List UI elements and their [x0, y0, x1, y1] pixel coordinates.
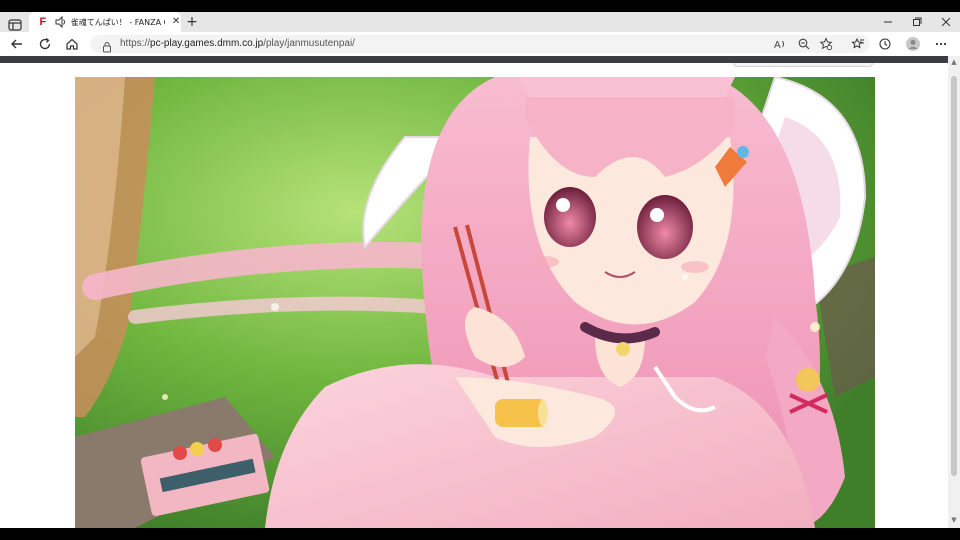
favorite-add-icon[interactable] — [819, 37, 833, 51]
game-artwork — [75, 77, 875, 528]
scroll-up-icon[interactable]: ▲ — [950, 58, 958, 66]
speaker-icon[interactable] — [55, 16, 67, 28]
address-bar[interactable]: https://pc-play.games.dmm.co.jp/play/jan… — [90, 35, 870, 53]
url-text[interactable]: https://pc-play.games.dmm.co.jp/play/jan… — [120, 37, 355, 51]
screen-top-border — [0, 0, 960, 12]
url-prefix: https:// — [120, 38, 151, 49]
lock-icon[interactable] — [101, 38, 113, 53]
game-canvas[interactable] — [75, 77, 875, 528]
refresh-icon[interactable] — [37, 36, 53, 52]
header-popup-edge — [733, 63, 873, 67]
page-content — [0, 63, 948, 528]
screen-bottom-border — [0, 528, 960, 540]
home-icon[interactable] — [64, 36, 80, 52]
navigation-bar: https://pc-play.games.dmm.co.jp/play/jan… — [0, 32, 960, 56]
close-icon[interactable]: ✕ — [171, 17, 181, 27]
url-path: /play/janmusutenpai/ — [263, 38, 355, 49]
page-scrollbar[interactable]: ▲ ▼ — [948, 56, 960, 528]
back-icon[interactable] — [9, 36, 25, 52]
site-header-bar — [0, 56, 948, 63]
history-icon[interactable] — [877, 36, 893, 52]
browser-tab[interactable]: F 雀魂てんぱい！ - FANZA GAMES ✕ — [29, 12, 181, 32]
svg-text:A: A — [774, 40, 781, 51]
zoom-icon[interactable] — [797, 37, 811, 51]
read-aloud-icon[interactable]: A — [773, 37, 787, 51]
scroll-down-icon[interactable]: ▼ — [950, 516, 958, 524]
tab-strip: F 雀魂てんぱい！ - FANZA GAMES ✕ + — [0, 12, 960, 32]
more-icon[interactable] — [933, 36, 949, 52]
tab-actions-icon[interactable] — [8, 16, 22, 31]
tab-title: 雀魂てんぱい！ - FANZA GAMES — [70, 17, 165, 27]
url-host: pc-play.games.dmm.co.jp — [150, 38, 264, 49]
new-tab-icon[interactable]: + — [184, 14, 200, 30]
profile-icon[interactable] — [905, 36, 921, 52]
minimize-icon[interactable] — [874, 12, 902, 32]
scrollbar-thumb[interactable] — [951, 76, 957, 476]
fanza-favicon-icon: F — [39, 16, 47, 28]
maximize-icon[interactable] — [903, 12, 931, 32]
favorites-icon[interactable] — [850, 36, 866, 52]
window-close-icon[interactable] — [932, 12, 960, 32]
